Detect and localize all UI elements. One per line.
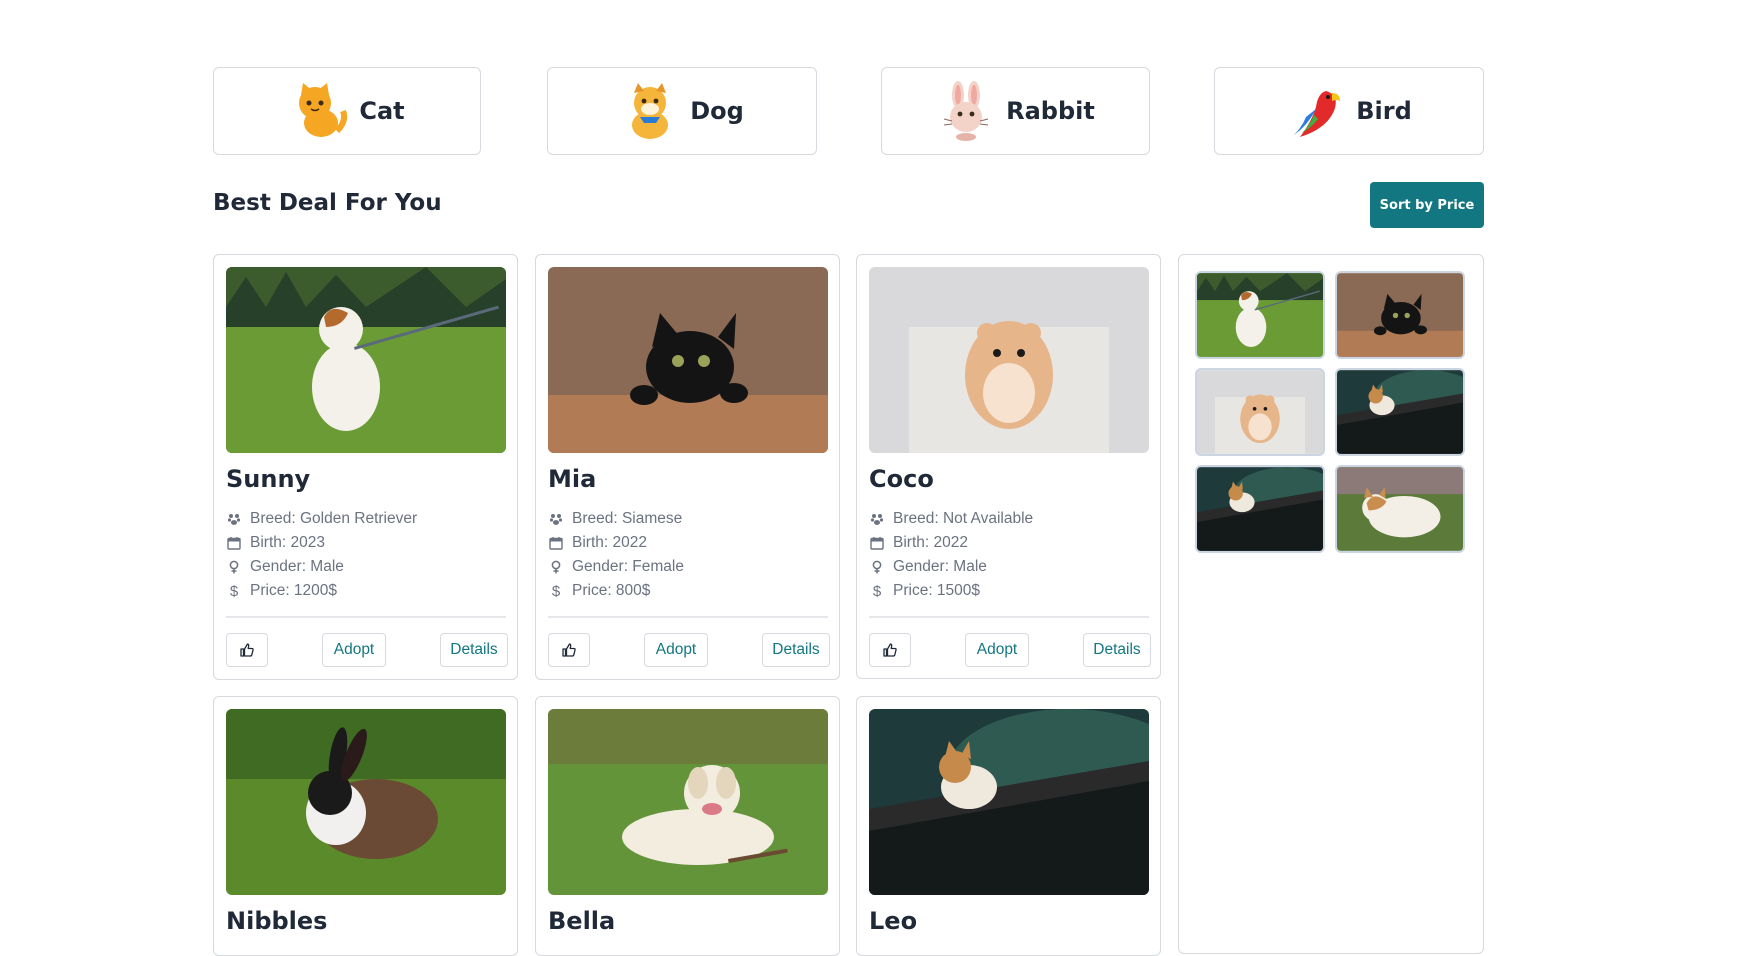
details-button[interactable]: Details: [1083, 633, 1151, 667]
gallery-thumbnail[interactable]: [1335, 465, 1465, 553]
gender-icon: [226, 559, 242, 575]
dollar-icon: $: [872, 582, 882, 600]
calendar-icon: [226, 535, 242, 551]
dollar-icon: $: [229, 582, 239, 600]
pet-name: Bella: [548, 907, 616, 935]
gender-icon: [548, 559, 564, 575]
parrot-icon: [1294, 91, 1341, 137]
like-button[interactable]: [548, 633, 590, 667]
pet-price: Price: 1200$: [250, 582, 338, 599]
paw-icon: [226, 511, 242, 527]
pet-card: Nibbles: [213, 696, 518, 956]
pet-birth: Birth: 2022: [893, 534, 968, 551]
pet-birth: Birth: 2022: [572, 534, 647, 551]
gallery-thumbnail[interactable]: [1335, 271, 1465, 359]
gallery-thumbnail[interactable]: [1195, 465, 1325, 553]
pet-card: Mia Breed: Siamese Birth: 2022 Gender: F…: [535, 254, 840, 680]
pet-breed: Breed: Siamese: [572, 510, 683, 527]
thumbs-up-icon: [240, 643, 254, 657]
pet-name: Coco: [869, 465, 934, 493]
pet-photo[interactable]: [869, 709, 1149, 895]
pet-card: Coco Breed: Not Available Birth: 2022 Ge…: [856, 254, 1161, 679]
pet-photo[interactable]: [548, 709, 828, 895]
sort-by-price-button[interactable]: Sort by Price: [1370, 182, 1484, 228]
gallery-thumbnail[interactable]: [1335, 368, 1465, 456]
gallery-thumbnail[interactable]: [1195, 271, 1325, 359]
paw-icon: [548, 511, 564, 527]
card-divider: [226, 616, 506, 618]
section-title: Best Deal For You: [213, 190, 442, 216]
pet-gender: Gender: Male: [893, 558, 987, 575]
like-button[interactable]: [226, 633, 268, 667]
calendar-icon: [869, 535, 885, 551]
paw-icon: [869, 511, 885, 527]
pet-name: Sunny: [226, 465, 311, 493]
pet-birth: Birth: 2023: [250, 534, 325, 551]
gender-icon: [869, 559, 885, 575]
thumbnail-gallery: [1178, 254, 1484, 954]
thumbs-up-icon: [562, 643, 576, 657]
pet-photo[interactable]: [226, 709, 506, 895]
pet-photo[interactable]: [548, 267, 828, 453]
pet-price: Price: 800$: [572, 582, 651, 599]
pet-breed: Breed: Not Available: [893, 510, 1034, 527]
category-label-bird: Bird: [1356, 97, 1412, 125]
category-button-cat[interactable]: Cat: [213, 67, 481, 155]
card-divider: [869, 616, 1149, 618]
pet-photo[interactable]: [869, 267, 1149, 453]
pet-info: Breed: Golden Retriever Birth: 2023 Gend…: [226, 507, 506, 603]
category-button-bird[interactable]: Bird: [1214, 67, 1484, 155]
details-button[interactable]: Details: [440, 633, 508, 667]
pet-breed: Breed: Golden Retriever: [250, 510, 418, 527]
pet-photo[interactable]: [226, 267, 506, 453]
calendar-icon: [548, 535, 564, 551]
category-label-dog: Dog: [690, 97, 744, 125]
category-label-rabbit: Rabbit: [1006, 97, 1095, 125]
pet-card: Leo: [856, 696, 1161, 956]
pet-info: Breed: Siamese Birth: 2022 Gender: Femal…: [548, 507, 828, 603]
category-label-cat: Cat: [359, 97, 405, 125]
pet-gender: Gender: Female: [572, 558, 684, 575]
like-button[interactable]: [869, 633, 911, 667]
details-button[interactable]: Details: [762, 633, 830, 667]
thumbs-up-icon: [883, 643, 897, 657]
adopt-button[interactable]: Adopt: [644, 633, 708, 667]
pet-price: Price: 1500$: [893, 582, 981, 599]
category-button-rabbit[interactable]: Rabbit: [881, 67, 1150, 155]
card-divider: [548, 616, 828, 618]
rabbit-face-icon: [944, 81, 989, 141]
pet-name: Mia: [548, 465, 597, 493]
pet-name: Leo: [869, 907, 918, 935]
dollar-icon: $: [551, 582, 561, 600]
adopt-button[interactable]: Adopt: [965, 633, 1029, 667]
cat-face-icon: [299, 83, 348, 137]
gallery-thumbnail[interactable]: [1195, 368, 1325, 456]
pet-name: Nibbles: [226, 907, 328, 935]
pet-card: Sunny Breed: Golden Retriever Birth: 202…: [213, 254, 518, 680]
pet-info: Breed: Not Available Birth: 2022 Gender:…: [869, 507, 1149, 603]
adopt-button[interactable]: Adopt: [322, 633, 386, 667]
category-button-dog[interactable]: Dog: [547, 67, 817, 155]
dog-face-icon: [632, 83, 669, 139]
pet-gender: Gender: Male: [250, 558, 344, 575]
pet-card: Bella: [535, 696, 840, 956]
